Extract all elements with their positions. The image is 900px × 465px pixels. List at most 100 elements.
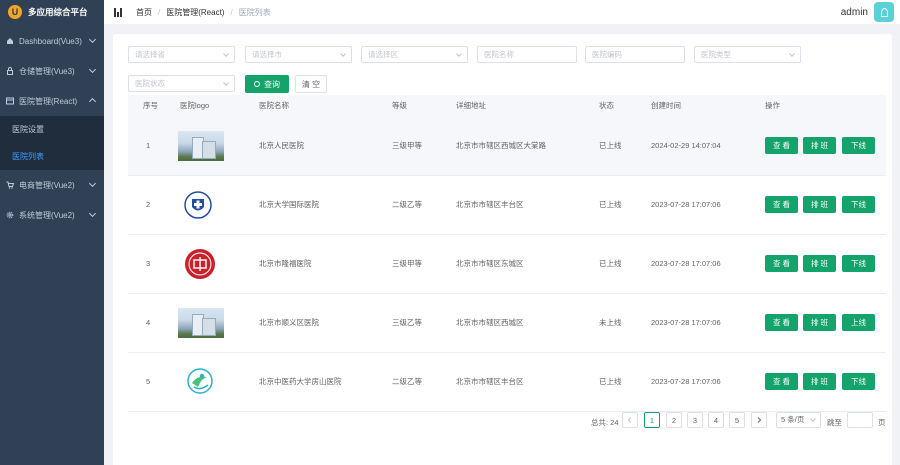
hospital-logo-image [183, 190, 213, 220]
page-unit-label: 页 [878, 418, 886, 427]
sidebar-item-hospital[interactable]: 医院管理(React) [0, 86, 104, 116]
sidebar-menu: Dashboard(Vue3) 仓储管理(Vue3) 医院管理(React) 医… [0, 26, 104, 230]
main-area: 请选择省 请选择市 请选择区 医院名称 医院编码 医院类型 医院状态 查询 清 … [104, 24, 900, 465]
jump-label: 跳至 [827, 418, 842, 427]
view-button[interactable]: 查 看 [765, 255, 798, 272]
sidebar-item-warehouse[interactable]: 仓储管理(Vue3) [0, 56, 104, 86]
user-name[interactable]: admin [841, 7, 868, 18]
user-menu[interactable]: admin [841, 2, 894, 22]
schedule-button[interactable]: 排 班 [803, 137, 836, 154]
column-header: 状态 [599, 101, 614, 110]
hospital-status: 未上线 [599, 318, 622, 327]
jump-page-input[interactable] [847, 412, 873, 428]
hospital-status-select[interactable]: 医院状态 [128, 75, 235, 92]
table-icon [6, 97, 14, 105]
district-select[interactable]: 请选择区 [361, 46, 468, 63]
hospital-address: 北京市市辖区丰台区 [456, 377, 524, 386]
city-placeholder: 请选择市 [252, 50, 282, 59]
hospital-status-placeholder: 医院状态 [135, 79, 165, 88]
toggle-online-button[interactable]: 下线 [842, 373, 875, 390]
toggle-online-button[interactable]: 下线 [842, 137, 875, 154]
sidebar-item-label: 医院列表 [12, 152, 44, 161]
hospital-type-select[interactable]: 医院类型 [694, 46, 801, 63]
sidebar-item-system[interactable]: 系统管理(Vue2) [0, 200, 104, 230]
brand[interactable]: 多应用综合平台 [0, 0, 104, 24]
sidebar-item-label: 电商管理(Vue2) [19, 180, 75, 190]
row-index: 2 [146, 200, 151, 209]
hospital-level: 三级甲等 [392, 259, 422, 268]
toggle-online-button[interactable]: 上线 [842, 314, 875, 331]
page-button-3[interactable]: 3 [687, 412, 703, 428]
chevron-down-icon [88, 35, 97, 44]
province-select[interactable]: 请选择省 [128, 46, 235, 63]
row-index: 1 [146, 141, 151, 150]
hospital-status: 已上线 [599, 259, 622, 268]
province-placeholder: 请选择省 [135, 50, 165, 59]
breadcrumb-separator: / [230, 7, 233, 17]
column-header: 医院名称 [259, 101, 289, 110]
sidebar-item-label: 仓储管理(Vue3) [19, 66, 75, 76]
breadcrumb: 首页 / 医院管理(React) / 医院列表 [136, 7, 271, 18]
hospital-code-input[interactable]: 医院编码 [585, 46, 685, 63]
breadcrumb-current: 医院列表 [238, 7, 271, 17]
pagination-total: 总共: 24 [591, 418, 619, 427]
hospital-name: 北京中医药大学房山医院 [259, 377, 342, 386]
page-button-5[interactable]: 5 [729, 412, 745, 428]
column-header: 序号 [143, 101, 158, 110]
sidebar-item-hospital-list[interactable]: 医院列表 [0, 143, 104, 170]
hospital-name: 北京市顺义区医院 [259, 318, 319, 327]
breadcrumb-hospital[interactable]: 医院管理(React) [166, 7, 224, 18]
column-header: 操作 [765, 101, 780, 110]
chevron-down-icon [223, 51, 229, 57]
hospital-level: 二级乙等 [392, 200, 422, 209]
page-button-1[interactable]: 1 [644, 412, 660, 428]
hospital-logo-image [178, 131, 224, 161]
created-time: 2023-07-28 17:07:06 [651, 259, 721, 268]
schedule-button[interactable]: 排 班 [803, 373, 836, 390]
hospital-level: 三级甲等 [392, 141, 422, 150]
prev-page-button[interactable] [622, 412, 638, 428]
chevron-down-icon [88, 179, 97, 188]
hospital-name-input[interactable]: 医院名称 [477, 46, 577, 63]
page-size-value: 5 条/页 [781, 415, 805, 424]
sidebar-item-ecommerce[interactable]: 电商管理(Vue2) [0, 170, 104, 200]
city-select[interactable]: 请选择市 [245, 46, 352, 63]
chevron-down-icon [88, 65, 97, 74]
page-size-select[interactable]: 5 条/页 [776, 412, 821, 428]
clear-button[interactable]: 清 空 [295, 75, 327, 93]
schedule-button[interactable]: 排 班 [803, 314, 836, 331]
cart-icon [6, 181, 15, 189]
hospital-code-placeholder: 医院编码 [592, 50, 622, 59]
next-page-button[interactable] [751, 412, 767, 428]
table-header: 序号 医院logo 医院名称 等级 详细地址 状态 创建时间 操作 [128, 95, 886, 117]
hospital-address: 北京市市辖区西城区大棠路 [456, 141, 546, 150]
page-button-2[interactable]: 2 [666, 412, 682, 428]
column-header: 详细地址 [456, 101, 486, 110]
hospital-submenu: 医院设置 医院列表 [0, 116, 104, 170]
collapse-sidebar-icon[interactable] [114, 7, 124, 17]
sidebar-item-label: 医院管理(React) [19, 96, 78, 106]
schedule-button[interactable]: 排 班 [803, 255, 836, 272]
hospital-address: 北京市市辖区丰台区 [456, 200, 524, 209]
hospital-status: 已上线 [599, 200, 622, 209]
hospital-address: 北京市市辖区西城区 [456, 318, 524, 327]
gear-icon [6, 211, 14, 219]
toggle-online-button[interactable]: 下线 [842, 196, 875, 213]
hospital-status: 已上线 [599, 141, 622, 150]
sidebar-item-dashboard[interactable]: Dashboard(Vue3) [0, 26, 104, 56]
page-button-4[interactable]: 4 [708, 412, 724, 428]
query-button[interactable]: 查询 [245, 75, 289, 93]
brand-logo-icon [8, 5, 22, 19]
view-button[interactable]: 查 看 [765, 373, 798, 390]
view-button[interactable]: 查 看 [765, 314, 798, 331]
schedule-button[interactable]: 排 班 [803, 196, 836, 213]
view-button[interactable]: 查 看 [765, 137, 798, 154]
toggle-online-button[interactable]: 下线 [842, 255, 875, 272]
avatar[interactable] [874, 2, 894, 22]
breadcrumb-home[interactable]: 首页 [136, 7, 152, 18]
sidebar-item-hospital-settings[interactable]: 医院设置 [0, 116, 104, 143]
view-button[interactable]: 查 看 [765, 196, 798, 213]
created-time: 2024-02-29 14:07:04 [651, 141, 721, 150]
hospital-level: 二级乙等 [392, 377, 422, 386]
hospital-logo-image [185, 249, 215, 279]
